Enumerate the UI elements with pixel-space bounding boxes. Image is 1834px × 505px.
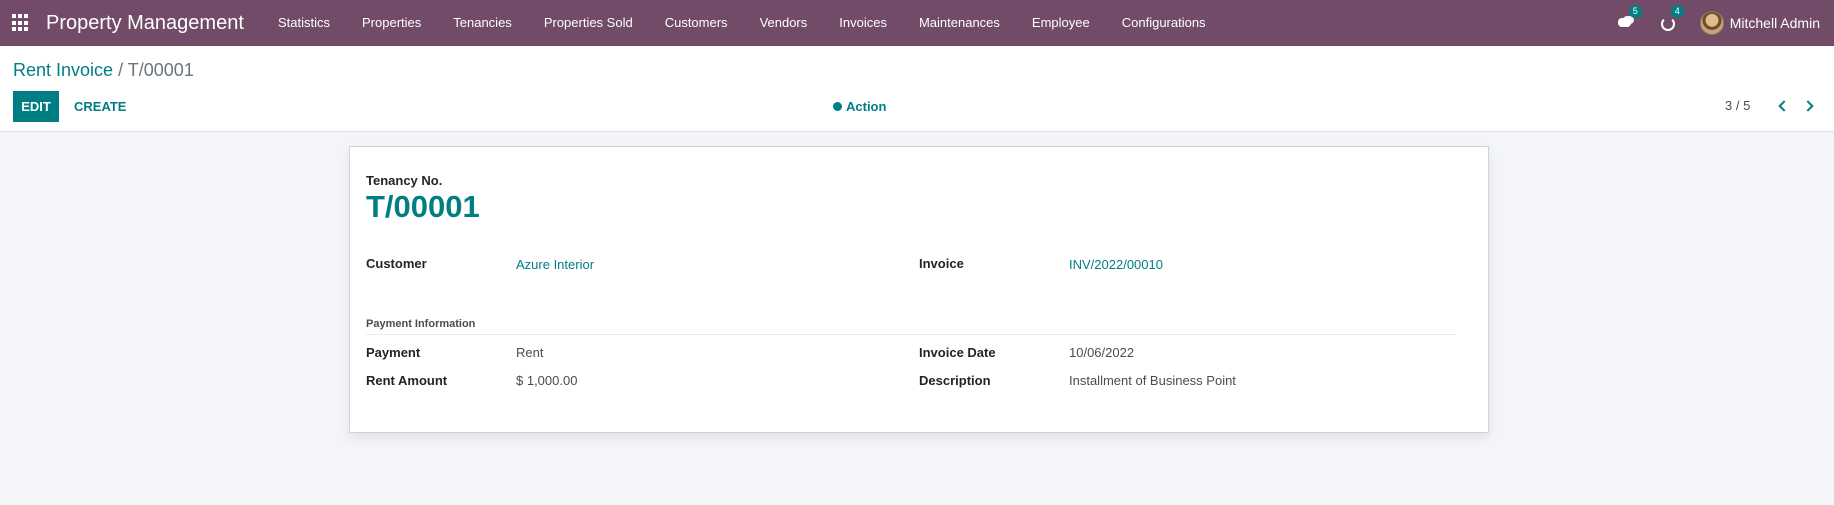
customer-label: Customer: [366, 256, 427, 271]
menu-item-invoices[interactable]: Invoices: [823, 0, 903, 46]
create-button[interactable]: CREATE: [64, 91, 136, 122]
user-menu[interactable]: Mitchell Admin: [1699, 11, 1820, 35]
rent-amount-value: $ 1,000.00: [516, 373, 578, 388]
description-value: Installment of Business Point: [1069, 373, 1236, 388]
invoice-date-label: Invoice Date: [919, 345, 996, 360]
pager-value[interactable]: 3 / 5: [1725, 98, 1750, 113]
main-menu: Statistics Properties Tenancies Properti…: [262, 0, 1222, 46]
chat-icon[interactable]: 5: [1616, 5, 1642, 33]
messages-badge: 5: [1628, 5, 1642, 18]
menu-item-properties[interactable]: Properties: [346, 0, 437, 46]
avatar: [1699, 11, 1724, 35]
action-label: Action: [846, 99, 887, 114]
menu-item-tenancies[interactable]: Tenancies: [437, 0, 528, 46]
payment-label: Payment: [366, 345, 421, 360]
breadcrumb-current: T/00001: [127, 60, 194, 80]
form-sheet: Tenancy No. T/00001 Customer Azure Inter…: [349, 146, 1489, 433]
payment-info-title: Payment Information: [366, 318, 476, 330]
activity-clock-icon[interactable]: 4: [1658, 5, 1684, 33]
menu-item-maintenances[interactable]: Maintenances: [903, 0, 1016, 46]
customer-link[interactable]: Azure Interior: [516, 257, 594, 272]
tenancy-number: T/00001: [366, 189, 480, 224]
menu-item-vendors[interactable]: Vendors: [744, 0, 824, 46]
description-label: Description: [919, 373, 991, 388]
breadcrumb: Rent Invoice / T/00001: [13, 60, 194, 81]
chevron-right-icon[interactable]: [1802, 99, 1817, 113]
systray: 5 4 Mitchell Admin: [1616, 0, 1834, 46]
user-name: Mitchell Admin: [1729, 15, 1820, 31]
menu-item-configurations[interactable]: Configurations: [1106, 0, 1222, 46]
rent-amount-label: Rent Amount: [366, 373, 448, 388]
payment-value: Rent: [516, 345, 544, 360]
separator-line: [366, 334, 1456, 335]
chevron-left-icon[interactable]: [1776, 99, 1790, 113]
edit-button[interactable]: EDIT: [13, 91, 59, 122]
app-brand[interactable]: Property Management: [46, 12, 244, 35]
control-panel: Rent Invoice / T/00001 EDIT CREATE Actio…: [0, 46, 1834, 132]
menu-item-properties-sold[interactable]: Properties Sold: [528, 0, 649, 46]
gear-icon: [833, 102, 842, 111]
apps-grid-icon[interactable]: [12, 14, 30, 32]
top-navbar: Property Management Statistics Propertie…: [0, 0, 1834, 46]
invoice-date-value: 10/06/2022: [1069, 345, 1135, 360]
breadcrumb-separator: /: [118, 60, 124, 80]
menu-item-statistics[interactable]: Statistics: [262, 0, 346, 46]
invoice-label: Invoice: [919, 256, 964, 271]
menu-item-customers[interactable]: Customers: [649, 0, 744, 46]
invoice-link[interactable]: INV/2022/00010: [1069, 257, 1163, 272]
breadcrumb-rent-invoice[interactable]: Rent Invoice: [13, 60, 113, 80]
activities-badge: 4: [1670, 5, 1684, 18]
menu-item-employee[interactable]: Employee: [1016, 0, 1106, 46]
tenancy-label: Tenancy No.: [366, 173, 443, 188]
action-dropdown[interactable]: Action: [833, 99, 886, 114]
